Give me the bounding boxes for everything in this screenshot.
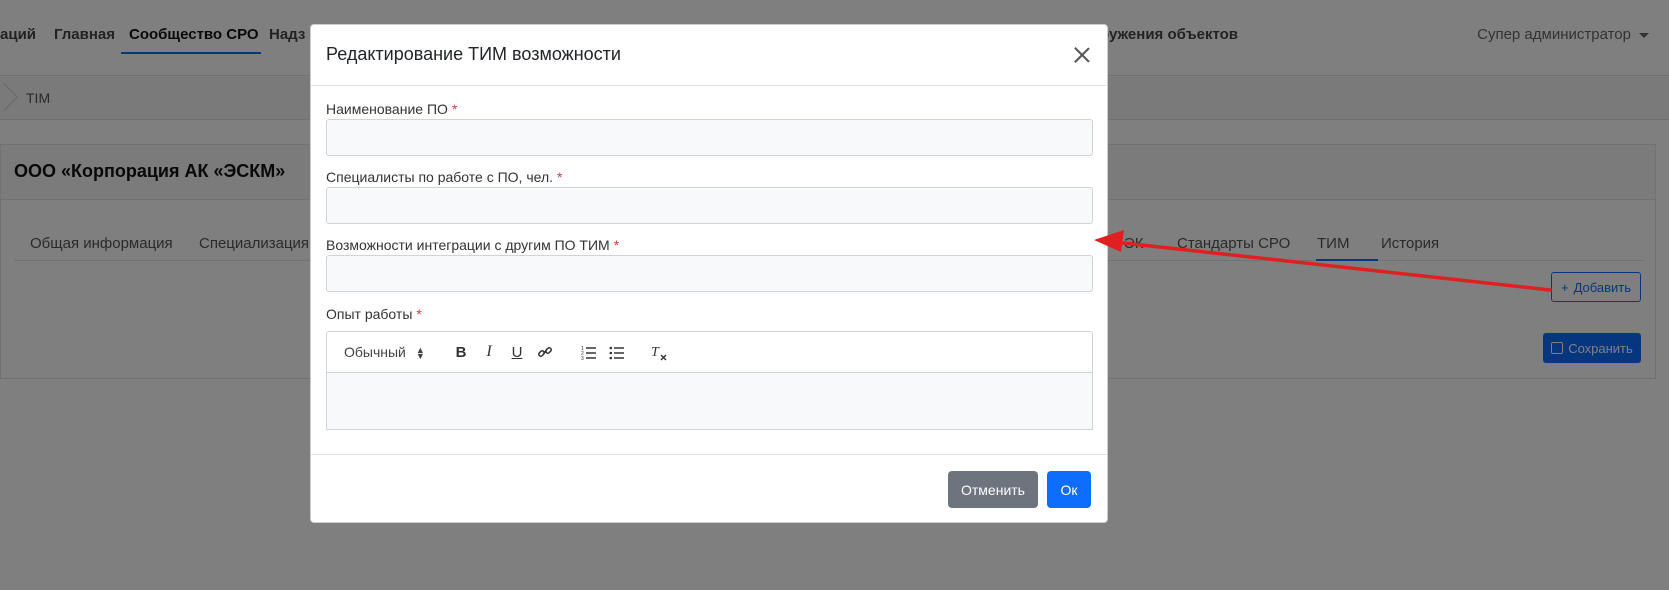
updown-icon: ▲ ▼ bbox=[415, 345, 425, 362]
editor-toolbar: Обычный ▲ ▼ B I U 123 T bbox=[326, 331, 1093, 372]
cancel-button[interactable]: Отменить bbox=[948, 471, 1038, 508]
italic-icon[interactable]: I bbox=[479, 342, 499, 362]
modal-title: Редактирование ТИМ возможности bbox=[326, 44, 621, 64]
modal-footer: Отменить Ок bbox=[311, 454, 1107, 524]
edit-tim-modal: Редактирование ТИМ возможности Наименова… bbox=[310, 24, 1108, 523]
svg-text:3: 3 bbox=[581, 356, 584, 360]
link-icon[interactable] bbox=[535, 342, 555, 362]
integration-capabilities-label: Возможности интеграции с другим ПО ТИМ * bbox=[326, 237, 620, 253]
underline-icon[interactable]: U bbox=[507, 342, 527, 362]
integration-capabilities-input[interactable] bbox=[326, 255, 1093, 292]
software-name-input[interactable] bbox=[326, 119, 1093, 156]
specialists-count-input[interactable] bbox=[326, 187, 1093, 224]
ok-button[interactable]: Ок bbox=[1047, 471, 1091, 508]
specialists-count-label: Специалисты по работе с ПО, чел. * bbox=[326, 169, 563, 185]
modal-header: Редактирование ТИМ возможности bbox=[311, 25, 1107, 86]
work-experience-label: Опыт работы * bbox=[326, 306, 422, 322]
work-experience-editor[interactable] bbox=[326, 372, 1093, 430]
svg-text:T: T bbox=[651, 345, 660, 360]
bullet-list-icon[interactable] bbox=[607, 342, 627, 362]
ordered-list-icon[interactable]: 123 bbox=[579, 342, 599, 362]
format-select[interactable]: Обычный ▲ ▼ bbox=[344, 344, 425, 362]
software-name-label: Наименование ПО * bbox=[326, 101, 458, 117]
clear-format-icon[interactable]: T bbox=[649, 342, 669, 362]
bold-icon[interactable]: B bbox=[451, 342, 471, 362]
close-icon[interactable] bbox=[1071, 44, 1093, 66]
